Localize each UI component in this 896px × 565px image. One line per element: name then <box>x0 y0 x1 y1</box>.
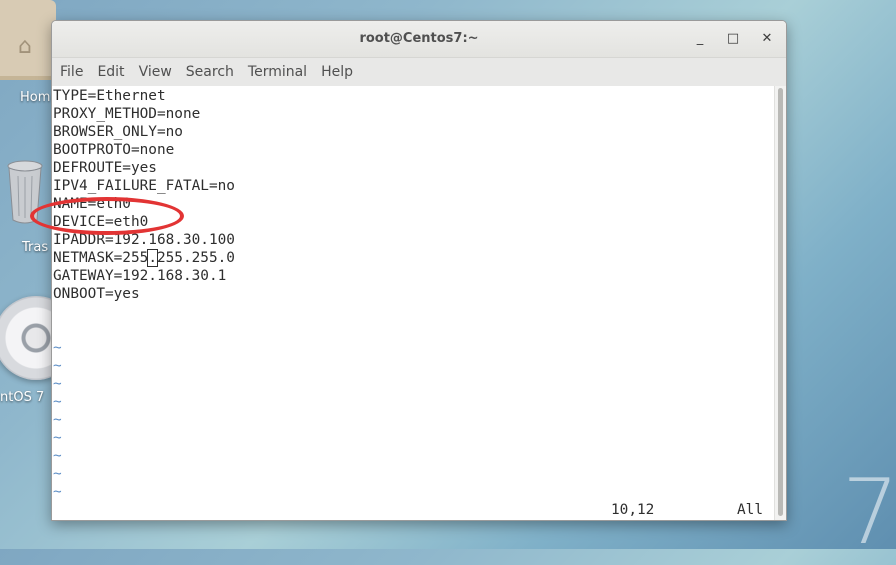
config-line: NAME=eth0 <box>53 196 131 212</box>
menu-help[interactable]: Help <box>315 64 359 80</box>
menu-file[interactable]: File <box>54 64 89 80</box>
titlebar[interactable]: root@Centos7:~ _ □ ✕ <box>52 21 786 58</box>
home-folder-icon[interactable]: ⌂ <box>0 0 56 80</box>
config-line: IPV4_FAILURE_FATAL=no <box>53 178 235 194</box>
close-button[interactable]: ✕ <box>757 29 777 49</box>
desktop-label-trash[interactable]: Tras <box>22 240 48 255</box>
config-line: DEVICE=eth0 <box>53 214 149 230</box>
netmask-suffix: 255.255.0 <box>156 250 235 266</box>
terminal-window: root@Centos7:~ _ □ ✕ File Edit View Sear… <box>51 20 787 521</box>
config-line: TYPE=Ethernet <box>53 88 166 104</box>
menu-terminal[interactable]: Terminal <box>242 64 313 80</box>
empty-line-tilde: ~ <box>53 376 62 392</box>
menu-edit[interactable]: Edit <box>91 64 130 80</box>
config-line-netmask: NETMASK=255.255.255.0 <box>53 249 235 267</box>
trash-icon[interactable] <box>6 158 44 226</box>
config-line: IPADDR=192.168.30.100 <box>53 232 235 248</box>
terminal-content[interactable]: TYPE=Ethernet PROXY_METHOD=none BROWSER_… <box>52 86 775 520</box>
config-line: PROXY_METHOD=none <box>53 106 201 122</box>
empty-line-tilde: ~ <box>53 484 62 500</box>
empty-line-tilde: ~ <box>53 412 62 428</box>
view-status: All <box>737 502 763 518</box>
config-line: ONBOOT=yes <box>53 286 140 302</box>
maximize-button[interactable]: □ <box>723 29 743 49</box>
menu-view[interactable]: View <box>133 64 178 80</box>
config-line: BOOTPROTO=none <box>53 142 175 158</box>
netmask-prefix: NETMASK=255 <box>53 250 149 266</box>
cursor-position: 10,12 <box>611 502 655 518</box>
empty-line-tilde: ~ <box>53 430 62 446</box>
config-line: GATEWAY=192.168.30.1 <box>53 268 227 284</box>
empty-line-tilde: ~ <box>53 394 62 410</box>
config-line: DEFROUTE=yes <box>53 160 157 176</box>
menubar: File Edit View Search Terminal Help <box>52 58 786 87</box>
menu-search[interactable]: Search <box>180 64 240 80</box>
window-title: root@Centos7:~ <box>359 31 479 46</box>
empty-line-tilde: ~ <box>53 358 62 374</box>
scrollbar-thumb[interactable] <box>778 88 783 516</box>
empty-line-tilde: ~ <box>53 466 62 482</box>
minimize-button[interactable]: _ <box>690 29 710 49</box>
empty-line-tilde: ~ <box>53 340 62 356</box>
desktop-decoration-seven: 7 <box>842 460 896 565</box>
empty-line-tilde: ~ <box>53 448 62 464</box>
desktop-label-disc[interactable]: ntOS 7 <box>0 390 44 405</box>
home-icon: ⌂ <box>18 34 32 59</box>
desktop-label-home[interactable]: Hom <box>20 90 50 105</box>
config-line: BROWSER_ONLY=no <box>53 124 183 140</box>
scrollbar[interactable] <box>774 86 786 520</box>
